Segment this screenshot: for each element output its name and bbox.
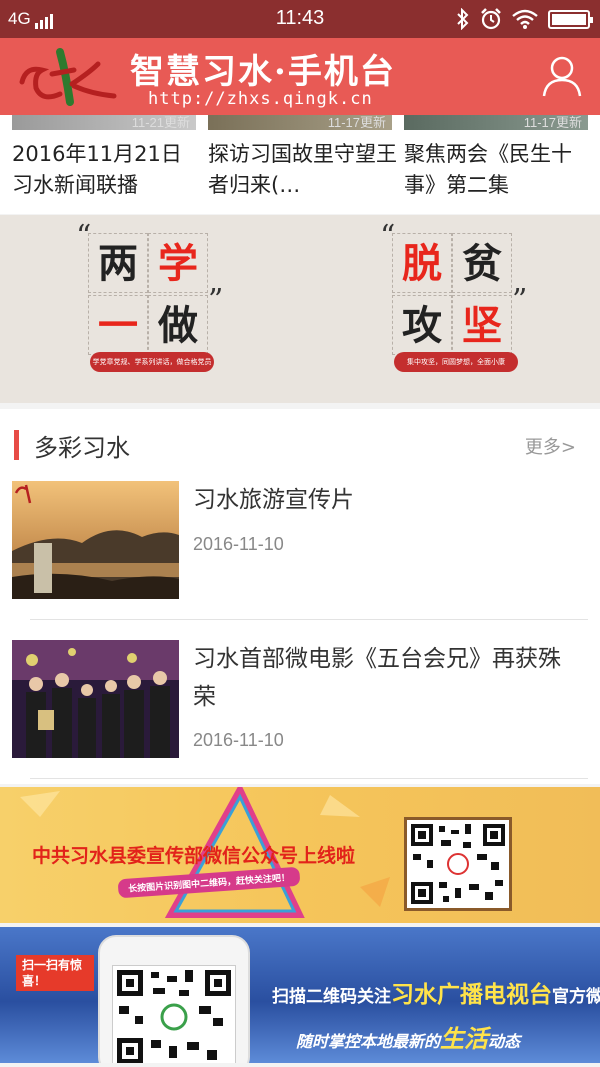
news-card[interactable]: 11-17更新 聚焦两会《民生十事》第二集 bbox=[404, 115, 588, 214]
news-thumbnail: 11-21更新 bbox=[12, 115, 196, 130]
banner-char: 脱 bbox=[392, 233, 452, 293]
banner-char: 两 bbox=[88, 233, 148, 293]
banner-char: 坚 bbox=[452, 295, 512, 355]
wechat-headline: 中共习水县委宣传部微信公众号上线啦 bbox=[32, 845, 356, 867]
phone-mockup bbox=[98, 935, 250, 1063]
news-thumbnail: 11-17更新 bbox=[404, 115, 588, 130]
banner-slogan: 学党章党规、学系列讲话，做合格党员 bbox=[90, 352, 214, 372]
banner-char: 攻 bbox=[392, 295, 452, 355]
tv-sub-suffix: 动态 bbox=[488, 1032, 521, 1051]
item-title: 习水旅游宣传片 bbox=[193, 487, 354, 513]
tv-station-promo-banner[interactable]: 扫一扫有惊喜！ 扫描二维码关注习水广播电视台官方微信 随时掌控本地最新的生活动态 bbox=[0, 927, 600, 1063]
news-thumbnail: 11-17更新 bbox=[208, 115, 392, 130]
divider bbox=[30, 778, 588, 779]
item-date: 2016-11-10 bbox=[193, 534, 284, 554]
wechat-promo-banner[interactable]: 中共习水县委宣传部微信公众号上线啦 长按图片识别图中二维码，赶快关注吧！ bbox=[0, 787, 600, 923]
banner-char: 做 bbox=[148, 295, 208, 355]
tv-headline: 扫描二维码关注习水广播电视台官方微信 bbox=[272, 975, 600, 1009]
tv-qr-code bbox=[117, 970, 231, 1063]
tv-sub-prefix: 随时掌控本地最新的 bbox=[296, 1032, 441, 1051]
campaign-banner-row: “ 两 学 一 做 ” 学党章党规、学系列讲话，做合格党员 “ 脱 贫 攻 坚 … bbox=[0, 215, 600, 403]
alarm-icon bbox=[481, 8, 501, 30]
item-date: 2016-11-10 bbox=[193, 730, 284, 750]
user-profile-icon[interactable] bbox=[540, 54, 584, 98]
battery-icon bbox=[548, 9, 593, 29]
news-card[interactable]: 11-21更新 2016年11月21日习水新闻联播 bbox=[12, 115, 196, 214]
news-title: 探访习国故里守望王者归来(… bbox=[208, 142, 397, 197]
bluetooth-icon bbox=[457, 8, 469, 30]
banner-char: 贫 bbox=[452, 233, 512, 293]
scan-tag: 扫一扫有惊喜！ bbox=[16, 955, 94, 991]
wifi-icon bbox=[512, 9, 538, 29]
status-icons bbox=[456, 8, 593, 30]
wechat-qr-code bbox=[404, 817, 512, 911]
tv-subline: 随时掌控本地最新的生活动态 bbox=[296, 1019, 520, 1054]
close-quote: ” bbox=[208, 283, 224, 318]
landscape-image bbox=[12, 481, 179, 599]
divider bbox=[30, 619, 588, 620]
award-photo-image bbox=[12, 640, 179, 758]
tv-headline-suffix: 官方微信 bbox=[552, 987, 600, 1007]
tv-headline-prefix: 扫描二维码关注 bbox=[272, 987, 391, 1007]
featured-video-strip: 11-21更新 2016年11月21日习水新闻联播 11-17更新 探访习国故里… bbox=[0, 115, 600, 214]
banner-char: 学 bbox=[148, 233, 208, 293]
list-item[interactable]: 习水旅游宣传片 2016-11-10 bbox=[0, 481, 600, 631]
section-title: 多彩习水 bbox=[34, 434, 130, 462]
item-thumbnail bbox=[12, 640, 179, 758]
item-thumbnail bbox=[12, 481, 179, 599]
banner-slogan: 集中攻坚，同圆梦想，全面小康 bbox=[394, 352, 518, 372]
section-header: 多彩习水 更多> bbox=[0, 409, 600, 475]
campaign-banner-poverty[interactable]: “ 脱 贫 攻 坚 ” 集中攻坚，同圆梦想，全面小康 bbox=[380, 219, 528, 372]
section-accent-bar bbox=[14, 430, 19, 460]
news-title: 聚焦两会《民生十事》第二集 bbox=[404, 142, 572, 197]
status-bar: 4G 11:43 bbox=[0, 0, 600, 38]
campaign-banner-two-studies[interactable]: “ 两 学 一 做 ” 学党章党规、学系列讲话，做合格党员 bbox=[76, 219, 224, 372]
more-link[interactable]: 更多> bbox=[525, 433, 576, 459]
brand-url: http://zhxs.qingk.cn bbox=[148, 89, 373, 109]
news-card[interactable]: 11-17更新 探访习国故里守望王者归来(… bbox=[208, 115, 397, 214]
brand-title: 智慧习水·手机台 bbox=[130, 52, 396, 92]
list-item[interactable]: 习水首部微电影《五台会兄》再获殊荣 2016-11-10 bbox=[0, 640, 600, 790]
logo-icon bbox=[19, 48, 117, 106]
colorful-xishui-section: 多彩习水 更多> 习水旅游宣传片 2016-11-10 习水首部微电影《五台会兄… bbox=[0, 409, 600, 784]
tv-station-name: 习水广播电视台 bbox=[391, 982, 552, 1008]
news-title: 2016年11月21日习水新闻联播 bbox=[12, 142, 182, 197]
close-quote: ” bbox=[512, 283, 528, 318]
app-header: 智慧习水·手机台 http://zhxs.qingk.cn bbox=[0, 38, 600, 115]
item-title: 习水首部微电影《五台会兄》再获殊荣 bbox=[193, 646, 561, 710]
tv-sub-highlight: 生活 bbox=[440, 1025, 489, 1053]
banner-char: 一 bbox=[88, 295, 148, 355]
